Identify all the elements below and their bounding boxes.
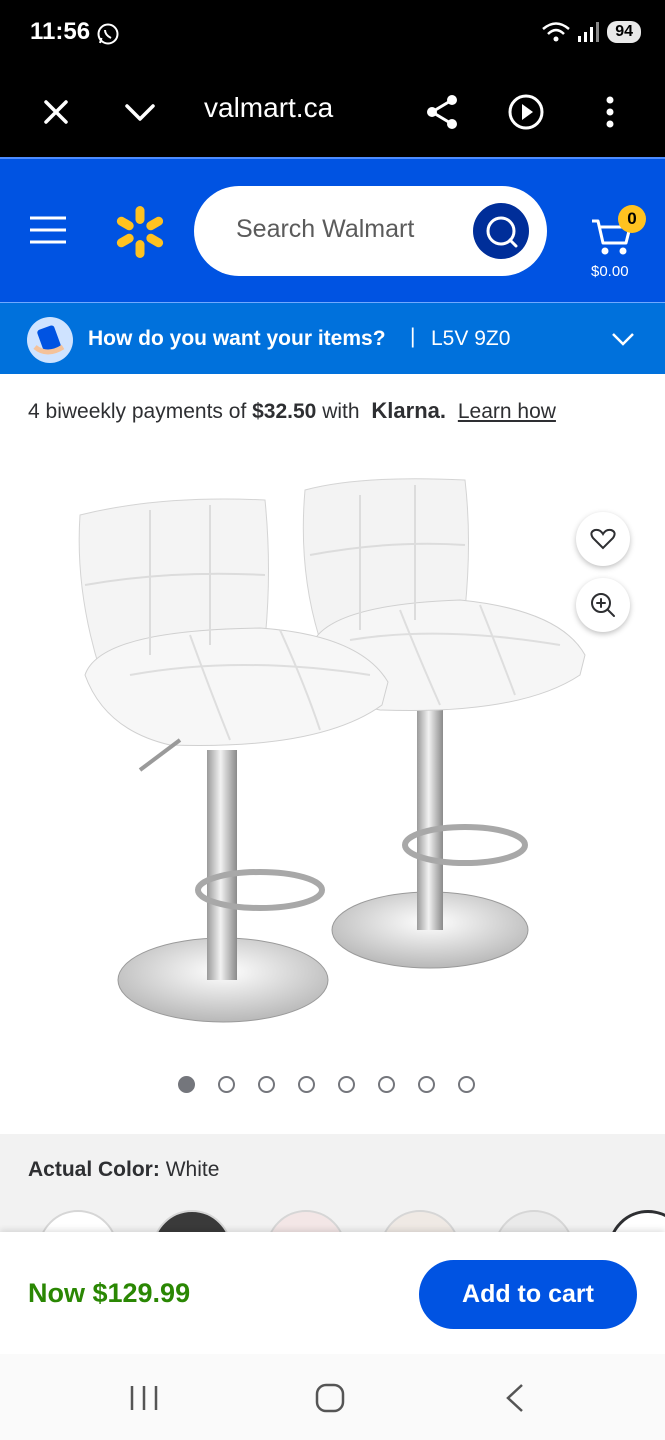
klarna-logo: Klarna. [371,398,446,423]
battery-level: 94 [607,21,641,43]
cart-count-badge: 0 [618,205,646,233]
klarna-payment-info: 4 biweekly payments of $32.50 with Klarn… [28,398,556,424]
url-text[interactable]: valmart.ca [204,92,333,124]
color-label: Actual Color: White [28,1158,219,1182]
zoom-button[interactable] [576,578,630,632]
carousel-dot[interactable] [418,1076,435,1093]
walmart-spark-logo[interactable] [112,204,168,260]
current-price: Now $129.99 [28,1278,191,1308]
menu-icon[interactable] [28,214,68,246]
search-button[interactable] [473,203,529,259]
walmart-header: Search Walmart 0 $0.00 [0,157,665,302]
buy-bar: Now $129.99 Add to cart [0,1232,665,1354]
product-image[interactable] [60,460,600,1050]
more-vert-icon[interactable] [590,92,630,132]
color-label-key: Actual Color: [28,1158,160,1181]
share-icon[interactable] [423,92,463,132]
signal-icon [578,22,600,42]
carousel-dot[interactable] [458,1076,475,1093]
whatsapp-icon [97,23,119,45]
search-placeholder: Search Walmart [236,215,415,243]
home-icon[interactable] [310,1382,350,1414]
status-bar: 11:56 94 [0,0,665,70]
carousel-dot[interactable] [258,1076,275,1093]
heart-icon [590,528,616,550]
zoom-in-icon [591,593,615,617]
cart-total: $0.00 [591,263,629,280]
klarna-with: with [322,400,360,423]
delivery-icon [27,317,73,363]
color-selector: Actual Color: White [0,1134,665,1244]
learn-how-link[interactable]: Learn how [458,400,556,423]
delivery-question: How do you want your items? [88,327,386,350]
close-icon[interactable] [36,92,76,132]
carousel-dot[interactable] [298,1076,315,1093]
postal-code: L5V 9Z0 [431,327,511,350]
delivery-separator: | [410,325,416,348]
play-icon[interactable] [506,92,546,132]
color-label-value: White [165,1158,220,1181]
carousel-dot[interactable] [378,1076,395,1093]
recent-apps-icon[interactable] [124,1382,164,1414]
back-icon[interactable] [496,1382,536,1414]
carousel-indicator [178,1076,475,1093]
carousel-dot[interactable] [338,1076,355,1093]
carousel-dot[interactable] [218,1076,235,1093]
favorite-button[interactable] [576,512,630,566]
add-to-cart-button[interactable]: Add to cart [419,1260,637,1329]
klarna-prefix: 4 biweekly payments of [28,400,247,423]
chevron-down-icon [612,333,634,346]
wifi-icon [542,22,571,42]
klarna-amount: $32.50 [252,400,317,423]
browser-toolbar: valmart.ca [0,70,665,157]
status-time: 11:56 [30,18,91,45]
cart-button[interactable]: 0 $0.00 [588,189,648,280]
system-nav-bar [0,1354,665,1440]
chevron-down-icon[interactable] [120,92,160,132]
carousel-dot[interactable] [178,1076,195,1093]
delivery-options-bar[interactable]: How do you want your items? | L5V 9Z0 [0,302,665,374]
search-icon [486,216,518,248]
search-input[interactable]: Search Walmart [194,186,547,276]
